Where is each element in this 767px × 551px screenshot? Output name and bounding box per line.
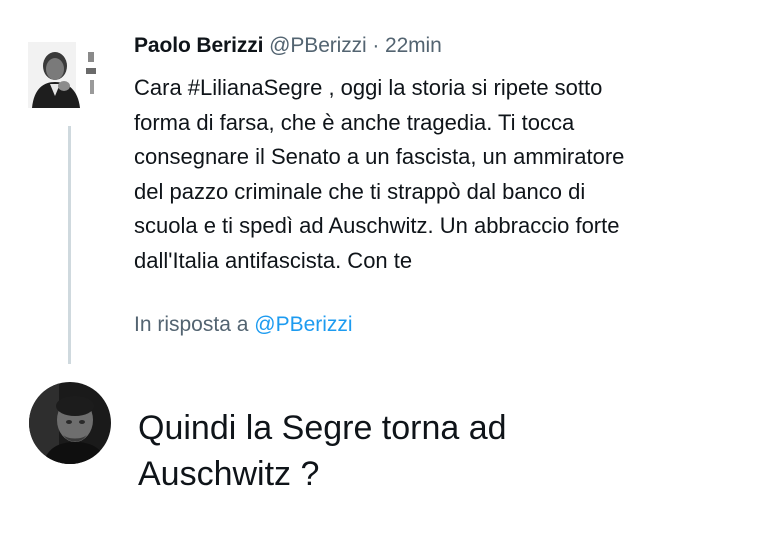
author-handle[interactable]: @PBerizzi (269, 34, 367, 57)
reply-context-label: In risposta a (134, 313, 249, 336)
author-name[interactable]: Paolo Berizzi (134, 34, 264, 57)
thread-connector-line (68, 126, 71, 364)
meta-separator: · (372, 34, 380, 57)
reply-text: Quindi la Segre torna ad Auschwitz ? (138, 409, 507, 493)
author-avatar[interactable] (28, 42, 104, 108)
tweet-timestamp[interactable]: 22min (385, 34, 442, 57)
tweet-text: Cara #LilianaSegre , oggi la storia si r… (134, 75, 625, 273)
tweet-header: Paolo Berizzi @PBerizzi · 22min (134, 34, 442, 58)
reply-avatar[interactable] (29, 382, 111, 464)
reply-context: In risposta a @PBerizzi (134, 313, 353, 337)
reply-context-handle[interactable]: @PBerizzi (254, 313, 352, 336)
